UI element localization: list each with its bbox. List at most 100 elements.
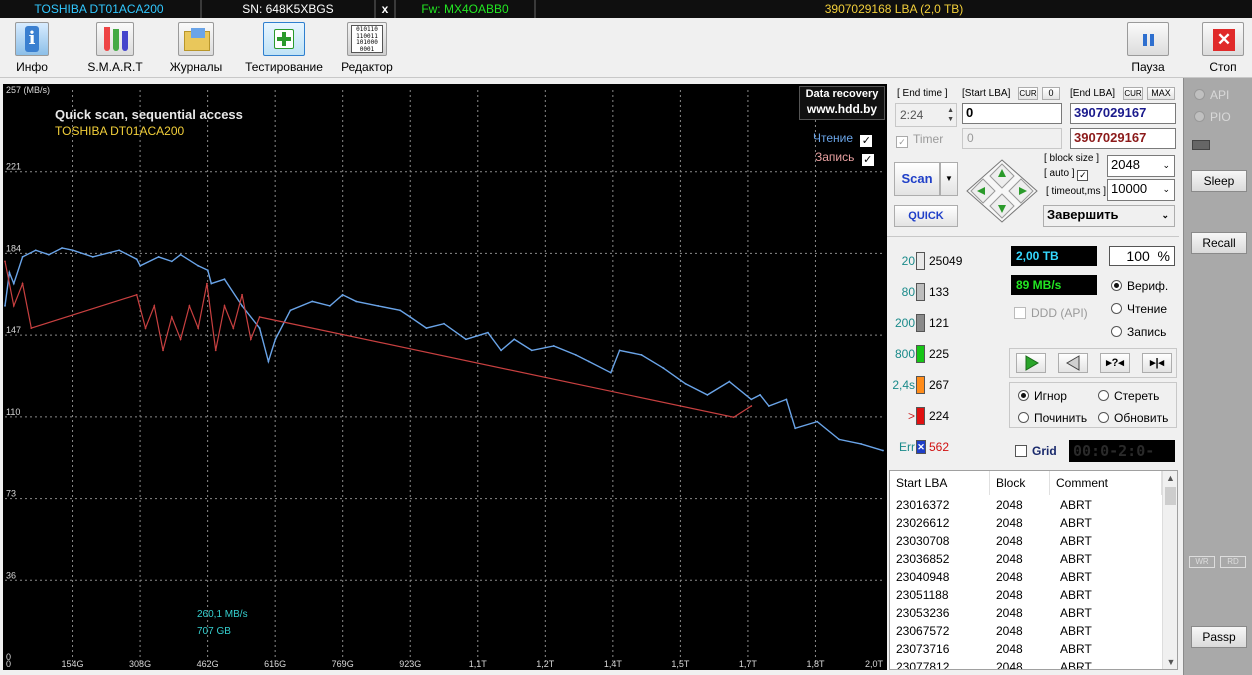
legend-read-checkbox[interactable]: ✓	[860, 135, 873, 147]
interface-api-option[interactable]: API	[1194, 88, 1229, 102]
end-lba-input-2[interactable]: 3907029167	[1070, 128, 1176, 149]
finish-select[interactable]: Завершить ⌄	[1043, 205, 1175, 227]
smart-button[interactable]: S.M.A.R.T	[84, 22, 146, 76]
action-repair[interactable]: Починить	[1018, 411, 1087, 425]
scroll-thumb[interactable]	[1165, 487, 1176, 505]
end-cur-button[interactable]: CUR	[1123, 87, 1143, 100]
quick-button[interactable]: QUICK	[894, 205, 958, 227]
table-row[interactable]: 23077812 2048 ABRT	[890, 658, 1162, 670]
data-point	[179, 338, 182, 341]
end-time-label: [ End time ]	[897, 88, 948, 99]
legend-write-checkbox[interactable]: ✓	[861, 154, 874, 166]
data-point	[706, 394, 709, 396]
end-max-button[interactable]: MAX	[1147, 87, 1175, 100]
auto-checkbox[interactable]: ✓	[1077, 170, 1089, 181]
column-header-block[interactable]: Block	[990, 471, 1050, 495]
cell-comment: ABRT	[1060, 660, 1092, 670]
butterfly-seek-icon[interactable]: ▸|◂	[1142, 353, 1172, 373]
timer-toggle[interactable]: ✓ Timer	[896, 132, 943, 148]
table-row[interactable]: 23040948 2048 ABRT	[890, 568, 1162, 586]
editor-button[interactable]: 010110 110011 101000 0001 Редактор	[334, 22, 400, 76]
y-tick-label: 184	[6, 243, 21, 253]
cell-block: 2048	[996, 516, 1023, 530]
action-refresh[interactable]: Обновить	[1098, 411, 1168, 425]
drive-indicator-icon	[1192, 140, 1210, 150]
data-point	[759, 394, 761, 396]
random-seek-icon[interactable]: ▸?◂	[1100, 353, 1130, 373]
error-table: Start LBA Block Comment 23016372 2048 ABRT…	[889, 470, 1178, 670]
ddd-api-toggle[interactable]: DDD (API)	[1014, 306, 1088, 320]
data-point	[794, 427, 797, 430]
stop-x-icon: ✕	[1202, 22, 1244, 56]
start-lba-label: [Start LBA]	[962, 88, 1011, 99]
column-header-start-lba[interactable]: Start LBA	[890, 471, 990, 495]
pause-button[interactable]: Пауза	[1124, 22, 1172, 76]
table-row[interactable]: 23053236 2048 ABRT	[890, 604, 1162, 622]
data-point	[443, 322, 445, 325]
data-point	[206, 282, 208, 285]
table-scrollbar[interactable]: ▲ ▼	[1162, 471, 1177, 669]
data-point	[530, 349, 533, 352]
data-point	[860, 442, 862, 445]
first-aid-icon	[263, 22, 305, 56]
chevron-down-icon: ⌄	[1162, 184, 1170, 194]
cell-start-lba: 23026612	[896, 516, 950, 530]
logs-button[interactable]: Журналы	[166, 22, 226, 76]
info-button[interactable]: i Инфо	[4, 22, 60, 76]
start-cur-button[interactable]: CUR	[1018, 87, 1038, 100]
play-backward-icon[interactable]	[1058, 353, 1088, 373]
scan-dropdown-icon[interactable]: ▼	[940, 162, 958, 196]
pause-label: Пауза	[1131, 60, 1165, 74]
recall-button[interactable]: Recall	[1191, 232, 1247, 254]
speed-graph: 257 (MB/s)221184147110733600 154G 308G 462G…	[4, 85, 884, 669]
cell-comment: ABRT	[1060, 516, 1092, 530]
action-ignore[interactable]: Игнор	[1018, 389, 1067, 403]
cell-start-lba: 23030708	[896, 534, 950, 548]
cell-block: 2048	[996, 624, 1023, 638]
close-device-icon[interactable]: x	[376, 0, 394, 18]
timeout-select[interactable]: 10000 ⌄	[1107, 179, 1175, 201]
sleep-button[interactable]: Sleep	[1191, 170, 1247, 192]
testing-label: Тестирование	[245, 60, 323, 74]
table-row[interactable]: 23036852 2048 ABRT	[890, 550, 1162, 568]
table-row[interactable]: 23030708 2048 ABRT	[890, 532, 1162, 550]
interface-pio-option[interactable]: PIO	[1194, 110, 1231, 124]
x-tick-label: 1,2T	[536, 659, 555, 669]
direction-pad[interactable]	[963, 158, 1041, 224]
data-point	[179, 253, 182, 256]
passp-button[interactable]: Passp	[1191, 626, 1247, 648]
cell-comment: ABRT	[1060, 552, 1092, 566]
wr-indicator: WR	[1189, 556, 1215, 568]
column-header-comment[interactable]: Comment	[1050, 471, 1162, 495]
start-lba-input[interactable]: 0	[962, 103, 1062, 124]
data-point	[289, 309, 292, 312]
play-forward-icon[interactable]	[1016, 353, 1046, 373]
table-row[interactable]: 23051188 2048 ABRT	[890, 586, 1162, 604]
data-point	[223, 278, 226, 281]
testing-button[interactable]: Тестирование	[240, 22, 328, 76]
grid-toggle[interactable]: Grid	[1015, 444, 1057, 458]
stop-button[interactable]: ✕ Стоп	[1198, 22, 1248, 76]
table-row[interactable]: 23067572 2048 ABRT	[890, 622, 1162, 640]
end-time-input[interactable]: 2:24 ▲ ▼	[895, 103, 957, 127]
end-lba-input[interactable]: 3907029167	[1070, 103, 1176, 124]
cell-block: 2048	[996, 570, 1023, 584]
start-zero-button[interactable]: 0	[1042, 87, 1060, 100]
cell-block: 2048	[996, 660, 1023, 670]
mode-write[interactable]: Запись	[1111, 325, 1166, 339]
table-row[interactable]: 23026612 2048 ABRT	[890, 514, 1162, 532]
chart-subtitle: TOSHIBA DT01ACA200	[55, 124, 185, 138]
mode-verify[interactable]: Вериф.	[1111, 279, 1168, 293]
data-point	[816, 420, 819, 423]
cell-comment: ABRT	[1060, 498, 1092, 512]
timer-input[interactable]: 0	[962, 128, 1062, 149]
data-point	[144, 327, 147, 330]
table-row[interactable]: 23073716 2048 ABRT	[890, 640, 1162, 658]
data-point	[513, 338, 516, 341]
block-size-select[interactable]: 2048 ⌄	[1107, 155, 1175, 177]
data-point	[500, 349, 502, 352]
mode-read[interactable]: Чтение	[1111, 302, 1167, 316]
scan-button[interactable]: Scan	[894, 162, 940, 196]
table-row[interactable]: 23016372 2048 ABRT	[890, 496, 1162, 514]
action-erase[interactable]: Стереть	[1098, 389, 1159, 403]
